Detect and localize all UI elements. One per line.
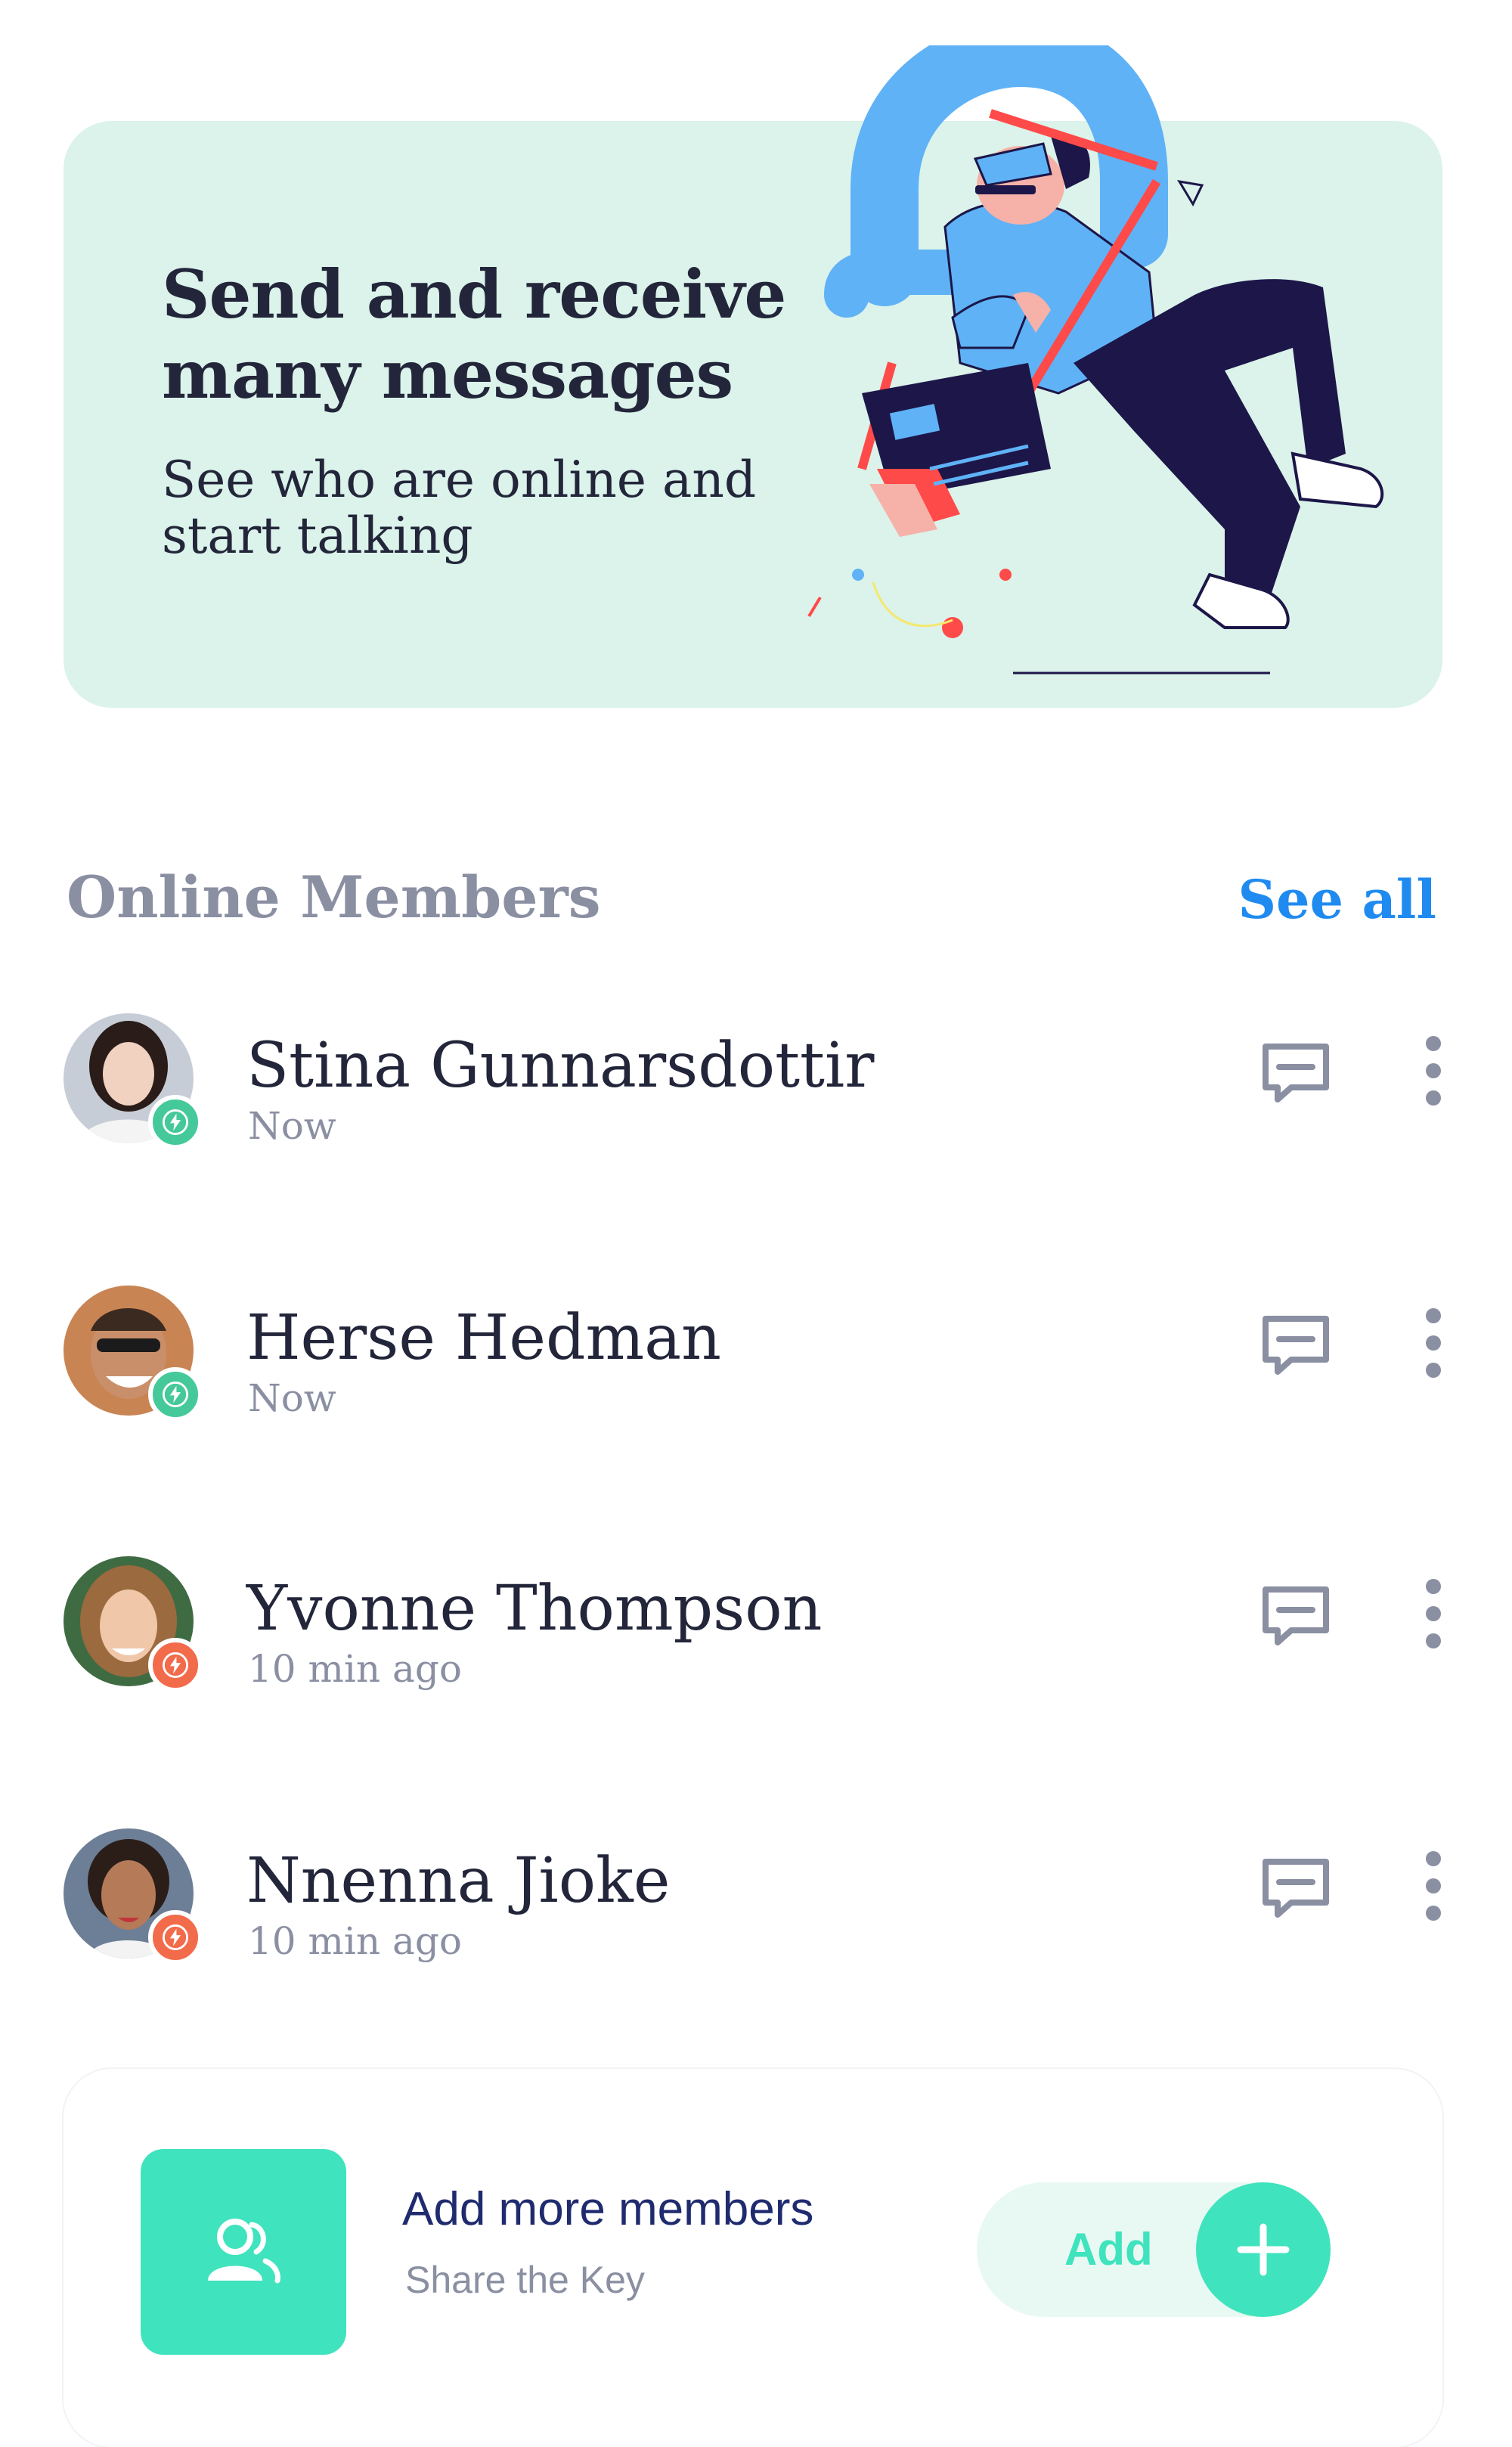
away-status-badge — [148, 1910, 203, 1965]
more-vertical-icon[interactable] — [1418, 1033, 1448, 1109]
more-vertical-icon[interactable] — [1418, 1848, 1448, 1924]
lightning-icon — [163, 1652, 188, 1678]
add-members-title: Add more members — [402, 2183, 814, 2235]
add-button[interactable]: Add — [977, 2182, 1331, 2317]
member-last-seen: 10 min ago — [248, 1919, 462, 1963]
user-group-icon — [208, 2219, 280, 2284]
add-members-subtitle: Share the Key — [405, 2259, 645, 2301]
member-row[interactable]: Yvonne Thompson 10 min ago — [64, 1556, 1455, 1700]
message-icon[interactable] — [1258, 1308, 1334, 1384]
lightning-icon — [163, 1382, 188, 1407]
lightning-icon — [163, 1109, 188, 1135]
mail-carrier-illustration — [807, 45, 1384, 675]
member-name: Nnenna Jioke — [246, 1845, 671, 1917]
member-name: Yvonne Thompson — [246, 1573, 823, 1645]
add-members-card: Add more members Share the Key Add — [64, 2069, 1442, 2447]
member-last-seen: Now — [248, 1376, 336, 1420]
message-icon[interactable] — [1258, 1036, 1334, 1112]
member-name: Herse Hedman — [246, 1302, 721, 1374]
member-last-seen: 10 min ago — [248, 1647, 462, 1691]
member-row[interactable]: Herse Hedman Now — [64, 1286, 1455, 1429]
more-vertical-icon[interactable] — [1418, 1305, 1448, 1381]
away-status-badge — [148, 1638, 203, 1692]
add-button-label: Add — [1064, 2224, 1153, 2275]
hero-title: Send and receive many messages — [162, 255, 786, 414]
add-members-icon-box — [141, 2149, 346, 2355]
member-row[interactable]: Nnenna Jioke 10 min ago — [64, 1828, 1455, 1972]
message-icon[interactable] — [1258, 1851, 1334, 1927]
lightning-icon — [163, 1924, 188, 1950]
member-last-seen: Now — [248, 1104, 336, 1148]
more-vertical-icon[interactable] — [1418, 1576, 1448, 1651]
hero-subtitle: See who are online and start talking — [162, 451, 757, 565]
member-name: Stina Gunnarsdottir — [246, 1030, 875, 1102]
message-icon[interactable] — [1258, 1579, 1334, 1655]
plus-icon[interactable] — [1196, 2182, 1331, 2317]
online-status-badge — [148, 1367, 203, 1422]
member-row[interactable]: Stina Gunnarsdottir Now — [64, 1013, 1455, 1157]
online-members-title: Online Members — [67, 864, 601, 931]
online-status-badge — [148, 1095, 203, 1149]
see-all-link[interactable]: See all — [1238, 868, 1436, 931]
